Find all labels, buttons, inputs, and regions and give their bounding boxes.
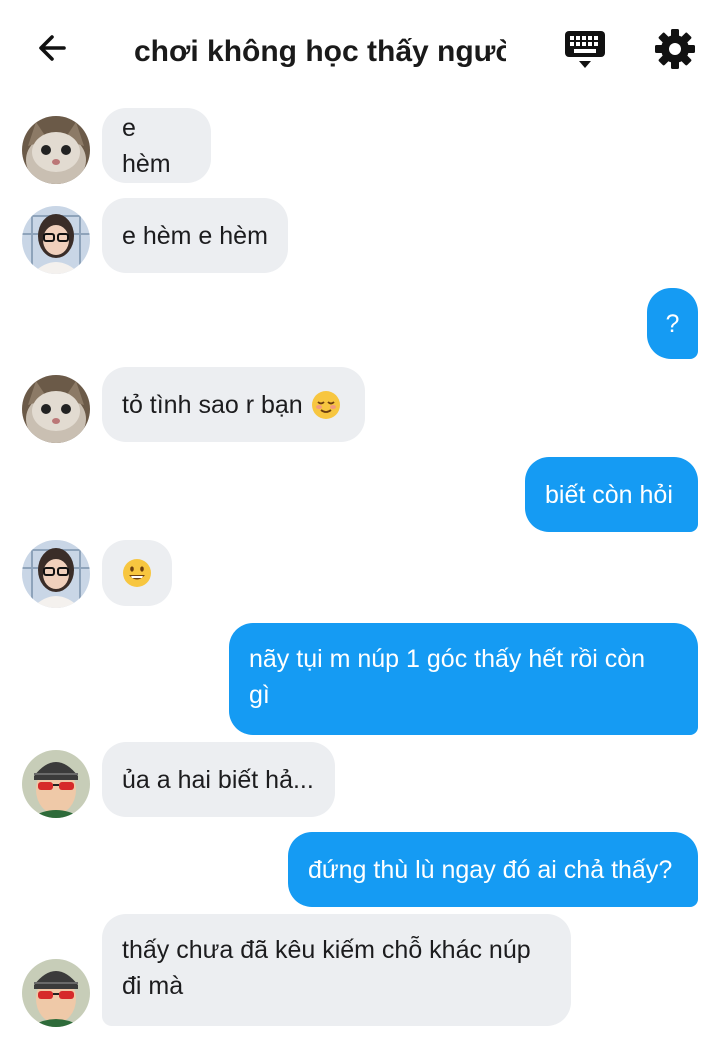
arrow-left-icon[interactable] (34, 28, 74, 68)
message-bubble-outgoing[interactable]: biết còn hỏi (525, 457, 698, 532)
keyboard-icon[interactable] (563, 28, 607, 72)
message-bubble-outgoing[interactable]: đứng thù lù ngay đó ai chả thấy? (288, 832, 698, 907)
grinning-face-emoji (123, 559, 151, 587)
message-bubble-incoming[interactable]: ủa a hai biết hả... (102, 742, 335, 817)
boy-red-glasses-avatar[interactable] (22, 750, 90, 818)
message-text: e hèm e hèm (122, 221, 268, 250)
relieved-face-emoji (311, 390, 340, 419)
message-bubble-outgoing[interactable]: nãy tụi m núp 1 góc thấy hết rồi còn gì (229, 623, 698, 735)
girl-glasses-avatar[interactable] (22, 540, 90, 608)
message-bubble-incoming[interactable]: e hèm (102, 108, 211, 183)
message-text: thấy chưa đã kêu kiếm chỗ khác núp (122, 936, 531, 964)
message-bubble-incoming[interactable]: e hèm e hèm (102, 198, 288, 273)
message-text: ủa a hai biết hả... (122, 765, 314, 794)
message-text: ? (665, 309, 680, 338)
message-bubble-incoming[interactable] (102, 540, 172, 606)
message-bubble-incoming[interactable]: tỏ tình sao r bạn (102, 367, 365, 442)
message-text: biết còn hỏi (545, 480, 673, 509)
gear-icon[interactable] (652, 26, 698, 72)
message-bubble-incoming[interactable]: thấy chưa đã kêu kiếm chỗ khác núp đi mà (102, 914, 571, 1026)
message-text: tỏ tình sao r bạn (122, 390, 303, 419)
girl-glasses-avatar[interactable] (22, 206, 90, 274)
chat-header: chơi không học thấy ngườ⋯ (0, 0, 720, 100)
conversation-title[interactable]: chơi không học thấy ngườ⋯ (134, 30, 506, 74)
message-text: nãy tụi m núp 1 góc thấy hết rồi còn (249, 645, 646, 673)
boy-red-glasses-avatar[interactable] (22, 959, 90, 1027)
message-text: đứng thù lù ngay đó ai chả thấy? (308, 855, 673, 884)
cat-avatar[interactable] (22, 375, 90, 443)
message-bubble-outgoing[interactable]: ? (647, 288, 698, 359)
cat-avatar[interactable] (22, 116, 90, 184)
message-text: e hèm (122, 113, 171, 178)
message-text-line2: gì (249, 681, 270, 709)
message-text-line2: đi mà (122, 972, 184, 1000)
